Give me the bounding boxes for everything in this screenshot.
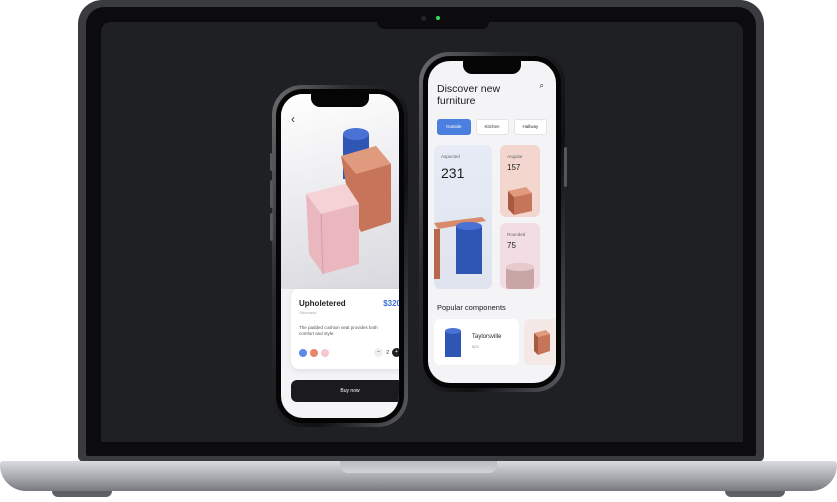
phone-side-button bbox=[564, 147, 567, 187]
popular-item-name: Taylorsville bbox=[472, 334, 502, 340]
tile-label: Aspected bbox=[441, 154, 460, 159]
tile-count: 75 bbox=[507, 241, 516, 250]
laptop-foot bbox=[725, 491, 785, 497]
category-tile-aspected[interactable]: Aspected 231 bbox=[434, 145, 492, 289]
quantity-decrement-button[interactable]: − bbox=[374, 348, 384, 357]
page-title: Discover new furniture bbox=[437, 83, 501, 107]
popular-item-card[interactable]: Taylorsville $26 bbox=[434, 319, 519, 365]
tab-hallway[interactable]: Hallway bbox=[513, 119, 548, 135]
color-swatch-orange[interactable] bbox=[310, 349, 318, 357]
cube-thumbnail bbox=[534, 330, 550, 355]
cube-illustration bbox=[508, 187, 532, 215]
discover-screen: Discover new furniture ⌕ Outside Kitchen… bbox=[428, 61, 556, 383]
search-icon[interactable]: ⌕ bbox=[540, 81, 544, 91]
quantity-value: 2 bbox=[386, 349, 389, 356]
product-price: $320 bbox=[383, 299, 399, 308]
laptop-foot bbox=[52, 491, 112, 497]
stool-illustration bbox=[506, 263, 534, 289]
category-tile-angular[interactable]: Angular 157 bbox=[500, 145, 540, 217]
buy-now-button[interactable]: Buy now bbox=[291, 380, 399, 402]
product-description: The padded cushion seat provides both co… bbox=[299, 325, 378, 336]
popular-item-price: $26 bbox=[472, 344, 479, 349]
phone-side-button bbox=[270, 213, 273, 241]
camera-icon bbox=[421, 16, 426, 21]
table-illustration bbox=[434, 217, 486, 279]
tile-label: Angular bbox=[507, 154, 523, 159]
laptop-base bbox=[0, 461, 837, 491]
product-info-card: Upholetered $320 Ottomans The padded cus… bbox=[291, 289, 399, 369]
color-swatch-pink[interactable] bbox=[321, 349, 329, 357]
phone-product-detail: ‹ Upholetered $320 Ottomans The padded c… bbox=[270, 85, 408, 427]
phone-notch bbox=[463, 61, 521, 74]
tile-label: Rounded bbox=[507, 232, 526, 237]
laptop-opening-notch bbox=[340, 461, 497, 473]
furniture-illustration bbox=[306, 128, 391, 275]
tab-outside[interactable]: Outside bbox=[437, 119, 471, 135]
product-detail-screen: ‹ Upholetered $320 Ottomans The padded c… bbox=[281, 94, 399, 418]
product-name: Upholetered bbox=[299, 299, 346, 308]
camera-indicator-led bbox=[436, 16, 440, 20]
tile-count: 157 bbox=[507, 163, 521, 172]
camera-notch bbox=[377, 7, 489, 29]
popular-item-card[interactable] bbox=[524, 319, 556, 365]
popular-heading: Popular components bbox=[437, 303, 506, 312]
tab-kitchen[interactable]: Kitchen bbox=[475, 119, 509, 135]
product-hero-image bbox=[281, 94, 399, 289]
quantity-stepper: − 2 + bbox=[374, 348, 399, 357]
phone-notch bbox=[311, 94, 369, 107]
phone-discover: Discover new furniture ⌕ Outside Kitchen… bbox=[419, 52, 567, 392]
phone-side-button bbox=[270, 153, 273, 171]
quantity-increment-button[interactable]: + bbox=[392, 348, 399, 357]
product-subtitle: Ottomans bbox=[299, 310, 317, 315]
phone-side-button bbox=[270, 180, 273, 208]
color-swatch-blue[interactable] bbox=[299, 349, 307, 357]
tile-count: 231 bbox=[441, 165, 465, 181]
category-tabs: Outside Kitchen Hallway bbox=[437, 119, 548, 135]
back-icon[interactable]: ‹ bbox=[291, 112, 295, 126]
cylinder-thumbnail bbox=[445, 328, 461, 357]
category-tile-rounded[interactable]: Rounded 75 bbox=[500, 223, 540, 289]
